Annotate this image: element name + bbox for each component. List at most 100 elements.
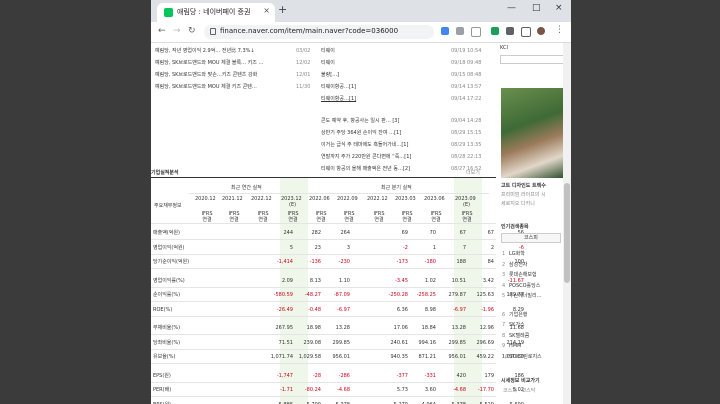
scrollbar-thumb[interactable] [564, 183, 570, 283]
share-icon[interactable] [456, 27, 464, 35]
table-cell: -4.68 [453, 387, 466, 393]
board-title[interactable]: 연말까지 주가 220만원 콘다변에 “죽…[1] [321, 154, 411, 160]
table-cell: 239.08 [303, 339, 322, 346]
table-cell: -26.49 [276, 306, 293, 313]
bookmark-icon[interactable] [471, 27, 481, 37]
stock-rank: 4 [502, 282, 506, 289]
stock-item[interactable]: LG화학 [509, 251, 525, 257]
window-close-icon[interactable]: × [555, 3, 563, 13]
table-cell: 12.96 [479, 325, 494, 331]
table-cell: -0.48 [308, 306, 321, 313]
row-divider [151, 381, 496, 383]
news-title[interactable]: 예림당, SK브로드밴드와 MOU 체결 블록… 키즈 … [155, 60, 264, 66]
news-date: 11/30 [296, 84, 311, 90]
board-title[interactable]: 상반기 주당 364원 손이익 잔여 …[1] [321, 130, 401, 136]
kci-label: KCI [500, 45, 508, 51]
board-date: 09/04 14:28 [451, 118, 482, 124]
financial-label-header: 주요재무정보 [154, 203, 182, 209]
disclosure-title[interactable]: 불량[…] [321, 72, 339, 78]
table-cell: 940.35 [390, 354, 409, 360]
table-cell: 1 [432, 244, 436, 251]
stock-item[interactable]: 기업은행 [509, 312, 527, 318]
row-divider [151, 348, 496, 350]
table-cell: -17.70 [477, 387, 494, 393]
browser-tab[interactable]: 애림당 : 네이버페이 증권 × [157, 3, 275, 22]
table-cell: -80.24 [304, 387, 321, 393]
stock-item[interactable]: 롯데손해보험 [509, 272, 537, 278]
board-title[interactable]: 콘도 예약 후, 항공사는 일시 판… [3] [321, 118, 399, 124]
table-cell: 7 [462, 244, 466, 251]
forward-icon[interactable]: → [173, 26, 181, 36]
table-cell: -173 [396, 259, 408, 265]
basis-label: IFRS 연결 [461, 211, 473, 223]
stock-rank: 6 [502, 311, 506, 318]
table-cell: -1,747 [276, 372, 293, 379]
stock-item[interactable]: SK텔레콤 [509, 333, 529, 339]
google-icon[interactable] [441, 27, 449, 35]
table-cell: 67 [487, 230, 494, 236]
table-cell: 179 [484, 372, 494, 379]
disclosure-title[interactable]: 티웨이 [321, 48, 335, 54]
stock-item[interactable]: POSCO홀딩스 [509, 283, 540, 289]
table-cell: 13.28 [451, 325, 466, 331]
stock-item[interactable]: HMM [509, 343, 521, 349]
puzzle-icon[interactable] [506, 27, 514, 35]
stock-item[interactable]: SK가스 [509, 322, 525, 328]
table-cell: 188 [456, 259, 466, 265]
reload-icon[interactable]: ↻ [188, 26, 196, 36]
table-cell: -180 [424, 259, 436, 265]
menu-icon[interactable]: ⋮ [555, 25, 564, 35]
table-cell: 6.36 [396, 306, 408, 313]
maximize-icon[interactable]: □ [532, 3, 541, 13]
news-title[interactable]: 예림당, SK브로드밴드와 MOU 체결 키즈 콘텐… [155, 84, 257, 90]
table-cell: -377 [396, 372, 408, 379]
table-cell: -48.27 [304, 292, 321, 298]
board-title[interactable]: 티웨이 항공의 올해 매출액은 전년 동…[2] [321, 166, 410, 172]
table-cell: 994.16 [418, 339, 437, 346]
stock-item[interactable]: 두산에너빌리… [509, 293, 542, 299]
news-title[interactable]: 예림당, 작년 영업이익 2.9억… 전년比 7.3%↓ [155, 48, 255, 54]
table-cell: 956.01 [448, 354, 467, 360]
minimize-icon[interactable]: — [507, 3, 516, 13]
sidebar-search-box[interactable] [500, 55, 564, 64]
year-header: 2023.06 [424, 196, 445, 202]
stock-item[interactable]: 삼성전자 [509, 262, 527, 268]
year-header: 2022.09 [337, 196, 358, 202]
new-tab-icon[interactable]: + [278, 3, 287, 16]
table-cell: 71.51 [278, 339, 293, 346]
section-title: 기업실적분석 [151, 170, 179, 176]
basis-label: IFRS 연결 [257, 211, 269, 223]
stock-rank: 5 [502, 293, 506, 299]
estimate-mark: (E) [463, 202, 471, 208]
stock-item[interactable]: STX그린로지스 [509, 354, 542, 360]
tab-close-icon[interactable]: × [263, 6, 270, 15]
ad-image[interactable] [501, 88, 563, 178]
disclosure-title[interactable]: 티웨이항공…[1] [321, 84, 356, 90]
compare-tabs[interactable]: 코스피 · 코스닥 [503, 388, 535, 394]
extension-icon[interactable] [491, 27, 499, 35]
disclosure-date: 09/14 17:22 [451, 96, 482, 102]
avatar[interactable] [537, 27, 545, 35]
row-label: 매출액(억원) [153, 230, 180, 236]
table-cell: 13.28 [335, 325, 350, 331]
quarter-header: 최근 분기 실적 [381, 185, 412, 191]
popular-title: 인기검색종목 [501, 224, 529, 230]
board-title[interactable]: 이거는 급식 주 테마에도 흑돌어가네…[1] [321, 142, 408, 148]
back-icon[interactable]: ← [158, 26, 166, 36]
ad-title[interactable]: 고트 디자인도 트렉수 [501, 183, 546, 189]
table-cell: 2 [490, 244, 494, 251]
more-link[interactable]: 더보기 [466, 170, 480, 176]
table-cell: 299.85 [448, 339, 467, 346]
url-field[interactable]: finance.naver.com/item/main.naver?code=0… [204, 25, 434, 39]
disclosure-title[interactable]: 티웨이항공…[1] [321, 96, 356, 102]
tab-kospi[interactable]: 코스피 [501, 233, 561, 243]
disclosure-title[interactable]: 티웨이 [321, 60, 335, 66]
year-header: 2020.12 [195, 196, 216, 202]
table-cell: -28 [312, 372, 321, 379]
tab-bar: 애림당 : 네이버페이 증권 × + — □ × [151, 0, 571, 22]
news-title[interactable]: 예림당, SK브로드밴드와 맞손…키즈 콘텐츠 강화 [155, 72, 257, 78]
table-cell: 5 [289, 244, 293, 251]
sidepanel-icon[interactable] [521, 27, 531, 37]
lock-icon [210, 28, 216, 35]
table-cell: -6.97 [337, 306, 350, 313]
